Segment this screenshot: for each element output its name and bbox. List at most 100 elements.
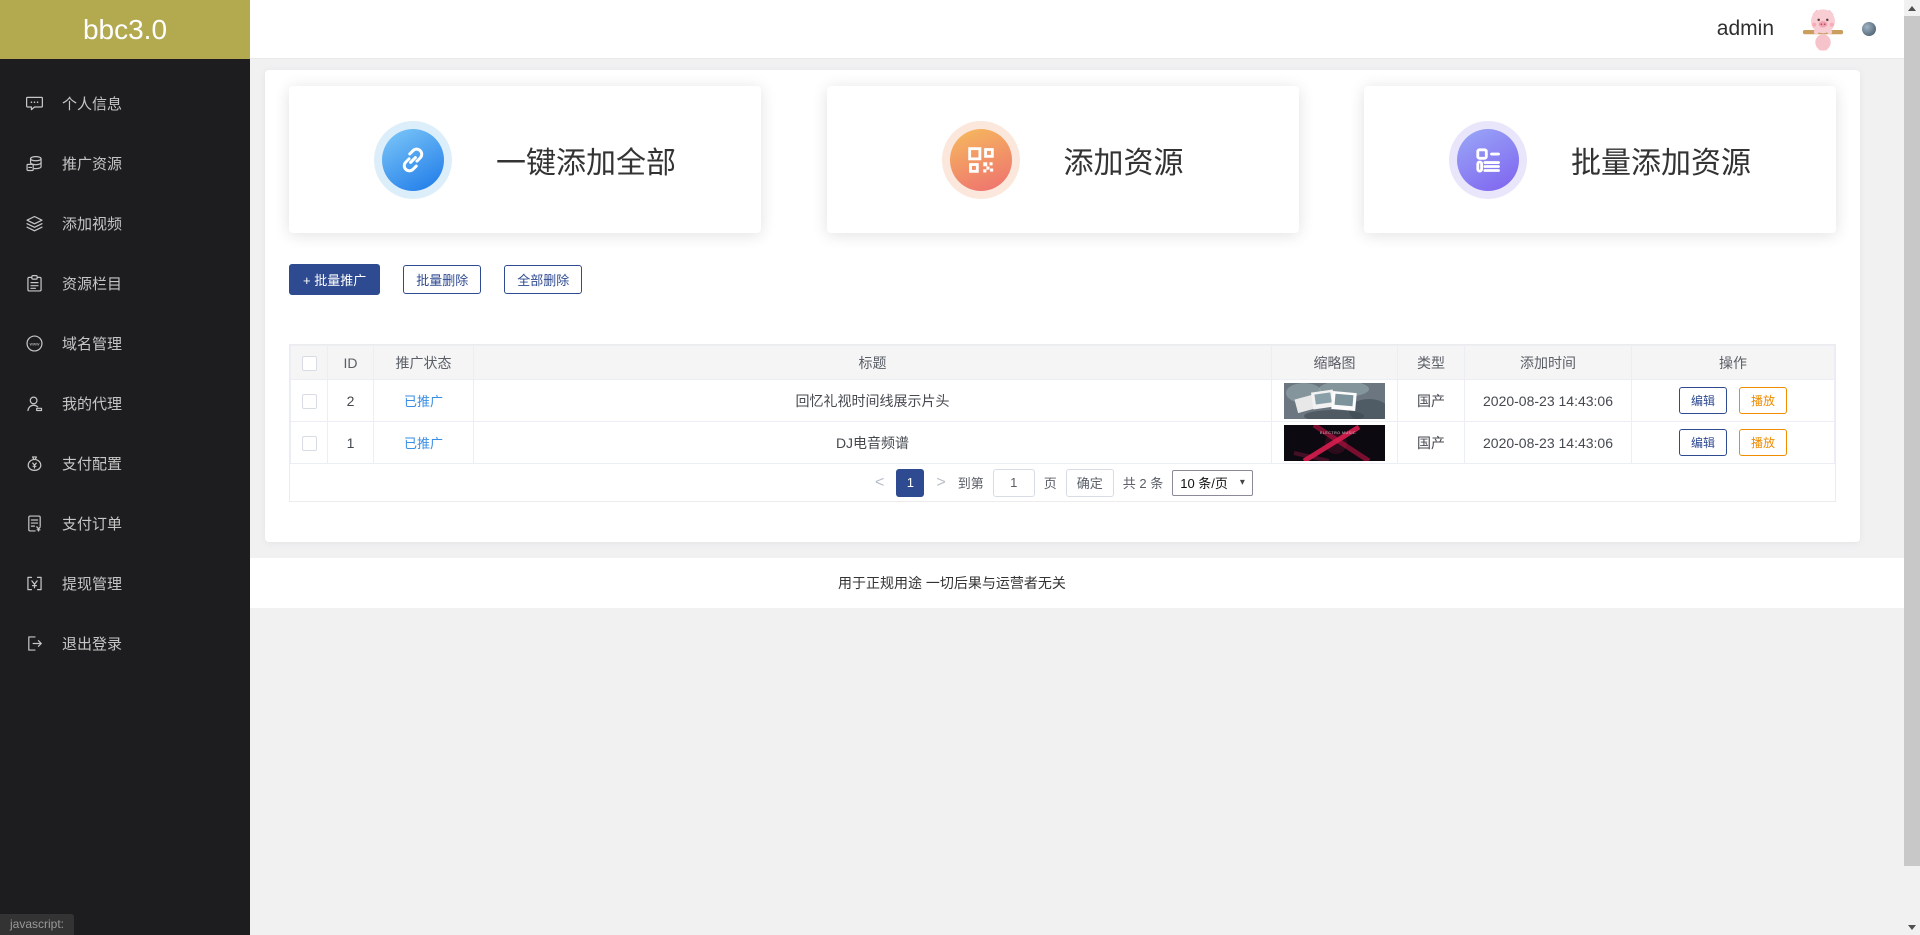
row-checkbox[interactable]	[302, 436, 317, 451]
topbar: admin	[250, 0, 1904, 59]
column-header-thumbnail: 缩略图	[1272, 346, 1398, 380]
page-1-button[interactable]: 1	[896, 469, 924, 497]
sidebar-item-resource-category[interactable]: 资源栏目	[0, 253, 250, 313]
chevron-down-icon: ▾	[1240, 477, 1245, 488]
sidebar-menu: 个人信息 推广资源 添加视频 资源栏目 www 域名管理 我的代理 支付配置 支	[0, 59, 250, 673]
svg-text:www: www	[30, 341, 41, 346]
sidebar-item-add-video[interactable]: 添加视频	[0, 193, 250, 253]
sidebar-item-domain[interactable]: www 域名管理	[0, 313, 250, 373]
prev-page-button[interactable]: <	[872, 475, 887, 491]
batch-promote-button[interactable]: + 批量推广	[289, 264, 380, 295]
sidebar-item-promote-resources[interactable]: 推广资源	[0, 133, 250, 193]
username[interactable]: admin	[1717, 17, 1774, 41]
theme-dot-icon[interactable]	[1862, 22, 1876, 36]
qrcode-icon	[964, 143, 998, 177]
cell-added-time: 2020-08-23 14:43:06	[1465, 422, 1632, 464]
app-logo: bbc3.0	[0, 0, 250, 59]
goto-label: 到第	[958, 473, 984, 492]
money-bag-icon	[24, 453, 45, 474]
batch-delete-button[interactable]: 批量删除	[403, 265, 481, 294]
thumbnail-image[interactable]: ELECTRO MUSIC	[1284, 425, 1385, 461]
status-link[interactable]: 已推广	[404, 394, 443, 409]
goto-page-input[interactable]	[993, 469, 1035, 497]
cell-type: 国产	[1398, 422, 1465, 464]
action-cards: 一键添加全部 添加资源 批量添加资源	[289, 86, 1836, 233]
sidebar-item-logout[interactable]: 退出登录	[0, 613, 250, 673]
column-header-added-time: 添加时间	[1465, 346, 1632, 380]
scroll-up-icon[interactable]	[1904, 0, 1920, 16]
scrollbar-thumb[interactable]	[1904, 16, 1920, 866]
avatar[interactable]	[1800, 6, 1846, 52]
pagination: < 1 > 到第 页 确定 共 2 条 10 条/页 ▾	[290, 464, 1835, 501]
page-size-value: 10 条/页	[1180, 473, 1228, 492]
form-icon-halo	[1449, 121, 1527, 199]
page-unit-label: 页	[1044, 473, 1057, 492]
sidebar-item-payment-config[interactable]: 支付配置	[0, 433, 250, 493]
main-content: 一键添加全部 添加资源 批量添加资源 + 批量推广 批量删除 全部删除	[250, 59, 1904, 935]
layers-icon	[24, 213, 45, 234]
message-icon	[24, 93, 45, 114]
edit-button[interactable]: 编辑	[1679, 429, 1727, 456]
column-header-id: ID	[328, 346, 374, 380]
total-count: 共 2 条	[1123, 473, 1163, 492]
confirm-button[interactable]: 确定	[1066, 469, 1114, 497]
edit-button[interactable]: 编辑	[1679, 387, 1727, 414]
form-icon	[1471, 143, 1505, 177]
cell-title: DJ电音频谱	[474, 422, 1272, 464]
table-row: 1 已推广 DJ电音频谱 ELECTRO MUSIC	[291, 422, 1835, 464]
cell-title: 回忆礼视时间线展示片头	[474, 380, 1272, 422]
invoice-icon	[24, 513, 45, 534]
cell-id: 2	[328, 380, 374, 422]
card-label: 添加资源	[1064, 138, 1184, 182]
sidebar-item-label: 支付订单	[62, 513, 122, 534]
status-tooltip: javascript:	[0, 914, 74, 935]
next-page-button[interactable]: >	[933, 475, 948, 491]
sidebar-item-label: 我的代理	[62, 393, 122, 414]
sidebar: bbc3.0 个人信息 推广资源 添加视频 资源栏目 www 域名管理 我的代理	[0, 0, 250, 935]
scroll-down-icon[interactable]	[1904, 919, 1920, 935]
select-all-cell	[291, 346, 328, 380]
table-header-row: ID 推广状态 标题 缩略图 类型 添加时间 操作	[291, 346, 1835, 380]
sidebar-item-withdraw[interactable]: 提现管理	[0, 553, 250, 613]
svg-text:ELECTRO MUSIC: ELECTRO MUSIC	[1320, 431, 1356, 435]
sidebar-item-label: 资源栏目	[62, 273, 122, 294]
sidebar-item-profile[interactable]: 个人信息	[0, 73, 250, 133]
card-batch-add-resource[interactable]: 批量添加资源	[1364, 86, 1836, 233]
link-icon	[396, 143, 430, 177]
disclaimer-text: 用于正规用途 一切后果与运营者无关	[838, 573, 1066, 593]
delete-all-button[interactable]: 全部删除	[504, 265, 582, 294]
sidebar-item-label: 提现管理	[62, 573, 122, 594]
sidebar-item-my-agent[interactable]: 我的代理	[0, 373, 250, 433]
logout-icon	[24, 633, 45, 654]
content-panel: 一键添加全部 添加资源 批量添加资源 + 批量推广 批量删除 全部删除	[265, 70, 1860, 542]
withdraw-icon	[24, 573, 45, 594]
card-add-all[interactable]: 一键添加全部	[289, 86, 761, 233]
cell-added-time: 2020-08-23 14:43:06	[1465, 380, 1632, 422]
sidebar-item-payment-orders[interactable]: 支付订单	[0, 493, 250, 553]
play-button[interactable]: 播放	[1739, 387, 1787, 414]
cell-id: 1	[328, 422, 374, 464]
app-logo-text: bbc3.0	[83, 14, 167, 46]
column-header-title: 标题	[474, 346, 1272, 380]
status-link[interactable]: 已推广	[404, 436, 443, 451]
column-header-type: 类型	[1398, 346, 1465, 380]
page-size-select[interactable]: 10 条/页 ▾	[1172, 470, 1253, 496]
clipboard-icon	[24, 273, 45, 294]
scrollbar[interactable]	[1904, 0, 1920, 935]
sidebar-item-label: 退出登录	[62, 633, 122, 654]
card-add-resource[interactable]: 添加资源	[827, 86, 1299, 233]
sidebar-item-label: 域名管理	[62, 333, 122, 354]
column-header-actions: 操作	[1632, 346, 1835, 380]
card-label: 批量添加资源	[1571, 138, 1751, 182]
toolbar: + 批量推广 批量删除 全部删除	[289, 264, 1836, 295]
row-checkbox[interactable]	[302, 394, 317, 409]
thumbnail-image[interactable]	[1284, 383, 1385, 419]
footer: 用于正规用途 一切后果与运营者无关	[250, 558, 1904, 608]
sidebar-item-label: 推广资源	[62, 153, 122, 174]
select-all-checkbox[interactable]	[302, 356, 317, 371]
link-icon-halo	[374, 121, 452, 199]
play-button[interactable]: 播放	[1739, 429, 1787, 456]
table-row: 2 已推广 回忆礼视时间线展示片头	[291, 380, 1835, 422]
resources-icon	[24, 153, 45, 174]
qrcode-icon-halo	[942, 121, 1020, 199]
